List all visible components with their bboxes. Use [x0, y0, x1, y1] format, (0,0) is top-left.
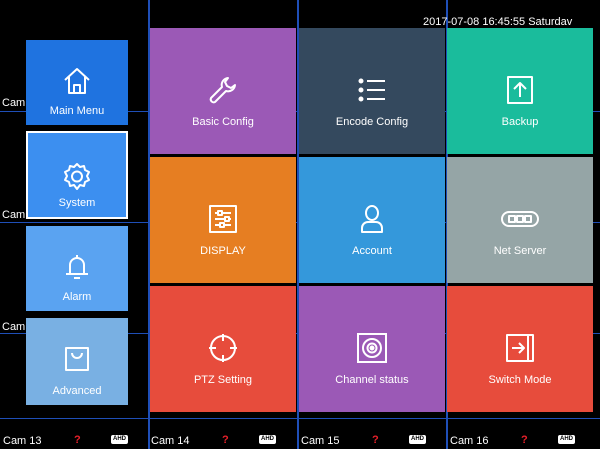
tile-account[interactable]: Account [299, 157, 445, 283]
list-icon [356, 74, 388, 106]
user-icon [356, 203, 388, 235]
ahd-badge: AHD [259, 435, 276, 444]
ahd-badge: AHD [111, 435, 128, 444]
alert-icon: ? [372, 434, 379, 446]
sliders-icon [207, 203, 239, 235]
network-device-icon [500, 203, 540, 235]
switch-door-icon [504, 332, 536, 364]
camera-label: Cam 14 [151, 435, 190, 447]
tile-label: Encode Config [335, 116, 409, 128]
tile-backup[interactable]: Backup [447, 28, 593, 154]
tile-label: Switch Mode [488, 374, 552, 386]
alert-icon: ? [222, 434, 229, 446]
alert-icon: ? [521, 434, 528, 446]
sidebar-item-advanced[interactable]: Advanced [26, 318, 128, 405]
gear-icon [61, 161, 93, 196]
sidebar-item-alarm[interactable]: Alarm [26, 226, 128, 311]
tile-channel-status[interactable]: Channel status [299, 286, 445, 412]
datetime-display: 2017-07-08 16:45:55 Saturdav [423, 16, 573, 28]
sidebar-item-label: Advanced [52, 385, 102, 397]
grid-line [0, 418, 600, 419]
sidebar-item-system[interactable]: System [26, 131, 128, 219]
cam-label: Cam [2, 97, 26, 109]
tile-encode-config[interactable]: Encode Config [299, 28, 445, 154]
sidebar-item-label: System [58, 197, 96, 209]
tile-label: PTZ Setting [193, 374, 253, 386]
tile-basic-config[interactable]: Basic Config [150, 28, 296, 154]
tile-label: DISPLAY [200, 245, 246, 257]
alert-icon: ? [74, 434, 81, 446]
speaker-box-icon [356, 332, 388, 364]
camera-label: Cam 15 [301, 435, 340, 447]
wrench-icon [207, 74, 239, 106]
tile-label: Net Server [493, 245, 547, 257]
cam-label: Cam [2, 321, 26, 333]
tile-display[interactable]: DISPLAY [150, 157, 296, 283]
upload-box-icon [504, 74, 536, 106]
tile-label: Basic Config [192, 116, 254, 128]
ahd-badge: AHD [558, 435, 575, 444]
sidebar-item-label: Main Menu [49, 105, 105, 117]
tile-label: Account [352, 245, 392, 257]
tile-label: Backup [501, 116, 539, 128]
shopping-bag-icon [62, 344, 92, 377]
sidebar-item-main-menu[interactable]: Main Menu [26, 40, 128, 125]
cam-label: Cam [2, 209, 26, 221]
bell-icon [62, 252, 92, 285]
tile-ptz-setting[interactable]: PTZ Setting [150, 286, 296, 412]
sidebar-item-label: Alarm [62, 291, 92, 303]
ahd-badge: AHD [409, 435, 426, 444]
tile-label: Channel status [335, 374, 409, 386]
camera-label: Cam 16 [450, 435, 489, 447]
tile-switch-mode[interactable]: Switch Mode [447, 286, 593, 412]
crosshair-icon [207, 332, 239, 364]
home-icon [62, 66, 92, 99]
tile-net-server[interactable]: Net Server [447, 157, 593, 283]
camera-label: Cam 13 [3, 435, 42, 447]
